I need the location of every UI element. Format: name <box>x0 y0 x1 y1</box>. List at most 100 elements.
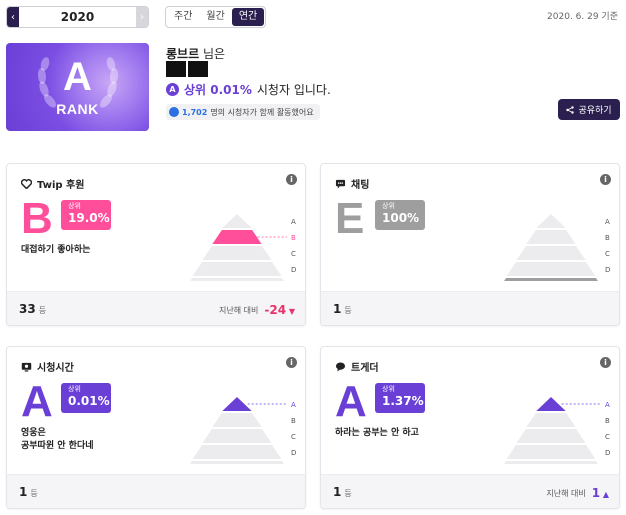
card-footer: 1등 지난해 대비 1 ▲ <box>321 474 619 508</box>
user-icon <box>169 107 179 117</box>
stat-card-tgd: 트게더 i A 상위1.37% 하라는 공부는 안 하고 ABCDE 1등 지난… <box>320 346 620 509</box>
pyramid-level-d <box>192 262 282 276</box>
share-button[interactable]: 공유하기 <box>558 99 620 120</box>
pyramid-label-a: A <box>291 218 296 226</box>
pyramid-label-d: D <box>605 449 610 457</box>
year-picker: ‹ 2020 › <box>6 6 149 28</box>
info-icon[interactable]: i <box>600 174 611 185</box>
pyramid-level-b <box>212 230 262 244</box>
grade-letter: A <box>335 377 367 426</box>
arrow-down-icon: ▼ <box>286 307 295 316</box>
pyramid-label-a: A <box>605 401 610 409</box>
heart-icon <box>21 178 32 189</box>
pyramid-level-c <box>516 246 586 260</box>
speech-bubble-icon <box>335 361 346 372</box>
next-year-button[interactable]: › <box>136 7 148 27</box>
pyramid-label-c: C <box>291 250 296 258</box>
pyramid-level-e <box>190 278 284 281</box>
pyramid-label-b: B <box>291 234 296 242</box>
pyramid-level-b <box>212 413 262 427</box>
rank-label: RANK <box>56 101 99 117</box>
rank-letter: A <box>63 55 92 99</box>
rank-count: 1등 <box>19 485 38 499</box>
grade-pyramid: ABCDE <box>504 214 610 281</box>
pyramid-level-d <box>192 445 282 459</box>
grade-tag: 상위 100% <box>375 200 425 230</box>
rank-count: 1등 <box>333 302 352 316</box>
streamer-nickname: 롱브르 <box>166 47 200 61</box>
pyramid-label-d: D <box>605 266 610 274</box>
grade-letter: E <box>335 194 365 243</box>
stat-card-chat: 채팅 i E 상위100% ABCDE 1등 <box>320 163 620 326</box>
pyramid-label-d: D <box>291 266 296 274</box>
card-description: 하라는 공부는 안 하고 <box>335 428 419 438</box>
viewer-count-pill: 1,702 명의 시청자가 함께 활동했어요 <box>166 104 320 120</box>
tab-weekly[interactable]: 주간 <box>167 8 199 26</box>
pyramid-label-c: C <box>291 433 296 441</box>
viewer-count-text: 명의 시청자가 함께 활동했어요 <box>210 107 314 117</box>
card-footer: 33 등 지난해 대비 -24 ▼ <box>7 291 305 325</box>
year-compare: 지난해 대비 1 ▲ <box>546 486 609 500</box>
card-footer: 1등 <box>321 291 619 325</box>
pyramid-level-e <box>504 278 598 281</box>
grade-pyramid: ABCDE <box>190 397 296 464</box>
rank-count: 1등 <box>333 485 352 499</box>
rank-banner: A RANK <box>6 43 149 131</box>
pyramid-level-c <box>516 429 586 443</box>
grade-letter: A <box>21 377 53 426</box>
streamer-line: 롱브르 님은 <box>166 45 225 62</box>
stat-card-twip: Twip 후원 i B 상위19.0% 대접하기 좋아하는 ABCDE 33등 … <box>6 163 306 326</box>
share-label: 공유하기 <box>578 106 612 116</box>
redacted-name <box>166 61 208 77</box>
rank-count: 33 등 <box>19 302 47 316</box>
grade-tag: 상위 19.0% <box>61 200 111 230</box>
chat-icon <box>335 179 346 189</box>
grade-tag: 상위 1.37% <box>375 383 425 413</box>
grade-tag: 상위 0.01% <box>61 383 111 413</box>
pyramid-level-a <box>222 214 252 228</box>
share-icon <box>566 105 575 114</box>
card-title: 시청시간 <box>21 359 74 374</box>
viewer-text: 시청자 입니다. <box>256 83 331 97</box>
pyramid-label-b: B <box>605 417 610 425</box>
pyramid-level-a <box>536 397 566 411</box>
monitor-icon <box>21 362 32 372</box>
top-percent: 상위 0.01% <box>184 83 252 97</box>
info-icon[interactable]: i <box>600 357 611 368</box>
grade-pyramid: ABCDE <box>190 214 296 281</box>
info-icon[interactable]: i <box>286 357 297 368</box>
pyramid-level-b <box>526 413 576 427</box>
pyramid-level-e <box>190 461 284 464</box>
viewer-count: 1,702 <box>182 107 208 117</box>
prev-year-button[interactable]: ‹ <box>7 7 19 27</box>
year-compare: 지난해 대비 -24 ▼ <box>219 303 295 317</box>
pyramid-label-c: C <box>605 250 610 258</box>
rank-badge-icon: A <box>166 83 179 96</box>
pyramid-label-a: A <box>291 401 296 409</box>
tab-monthly[interactable]: 월간 <box>199 8 231 26</box>
date-reference: 2020. 6. 29 기준 <box>547 12 618 22</box>
card-title: 트게더 <box>335 359 379 374</box>
pyramid-label-b: B <box>605 234 610 242</box>
grade-pyramid: ABCDE <box>504 397 610 464</box>
pyramid-level-b <box>526 230 576 244</box>
stat-card-watchtime: 시청시간 i A 상위0.01% 영웅은공부따윈 안 한다네 ABCDE 1등 <box>6 346 306 509</box>
year-label: 2020 <box>60 10 95 24</box>
card-title: Twip 후원 <box>21 176 84 191</box>
pyramid-label-c: C <box>605 433 610 441</box>
pyramid-level-c <box>202 429 272 443</box>
pyramid-label-b: B <box>291 417 296 425</box>
card-footer: 1등 <box>7 474 305 508</box>
pyramid-level-a <box>536 214 566 228</box>
info-icon[interactable]: i <box>286 174 297 185</box>
pyramid-label-d: D <box>291 449 296 457</box>
pyramid-level-d <box>506 445 596 459</box>
card-description: 영웅은 공부따윈 안 한다네 <box>21 428 94 451</box>
grade-letter: B <box>21 194 53 243</box>
pyramid-level-a <box>222 397 252 411</box>
card-title: 채팅 <box>335 176 369 191</box>
period-tabs: 주간 월간 연간 <box>165 6 267 28</box>
tab-yearly[interactable]: 연간 <box>231 8 265 26</box>
streamer-suffix: 님은 <box>202 47 226 61</box>
pyramid-label-a: A <box>605 218 610 226</box>
